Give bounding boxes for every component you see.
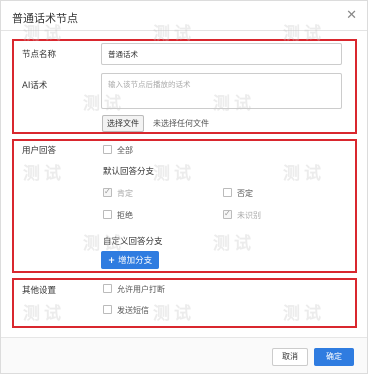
ai-script-textarea[interactable]: 输入该节点后播放的话术	[101, 73, 342, 109]
negate-label: 否定	[237, 189, 253, 198]
add-branch-label: 增加分支	[118, 256, 153, 266]
user-reply-section	[12, 139, 357, 273]
file-status-text: 未选择任何文件	[153, 119, 209, 128]
unrecognized-checkbox[interactable]	[223, 209, 232, 219]
node-name-value: 普通话术	[108, 50, 138, 59]
custom-branch-heading: 自定义回答分支	[103, 237, 163, 247]
allow-interrupt-checkbox[interactable]	[103, 284, 112, 293]
user-reply-label: 用户回答	[22, 146, 57, 156]
other-settings-label: 其他设置	[22, 286, 57, 296]
cancel-button[interactable]: 取消	[272, 348, 308, 366]
other-settings-section	[12, 278, 357, 328]
dialog-titlebar: 普通话术节点 ✕	[1, 1, 367, 31]
node-name-label: 节点名称	[22, 50, 57, 60]
negate-checkbox[interactable]	[223, 188, 232, 197]
allow-interrupt-label: 允许用户打断	[117, 285, 165, 294]
add-branch-button[interactable]: + 增加分支	[101, 251, 160, 269]
dialog-title: 普通话术节点	[12, 12, 78, 25]
confirm-button[interactable]: 确定	[314, 348, 354, 366]
dialog: 普通话术节点 ✕ 节点名称 普通话术 AI话术 输入该节点后播放的话术 选择文件…	[0, 0, 368, 374]
plus-icon: +	[108, 256, 116, 266]
choose-file-button[interactable]: 选择文件	[102, 115, 144, 132]
all-option-checkbox[interactable]	[103, 145, 112, 154]
reject-label: 拒绝	[117, 211, 133, 220]
ai-script-placeholder: 输入该节点后播放的话术	[108, 80, 191, 89]
close-icon[interactable]: ✕	[346, 8, 357, 23]
reject-checkbox[interactable]	[103, 210, 112, 219]
default-branch-heading: 默认回答分支	[103, 167, 155, 177]
ai-script-label: AI话术	[22, 81, 48, 91]
dialog-footer	[1, 337, 367, 373]
affirm-checkbox[interactable]	[103, 187, 112, 197]
node-name-input[interactable]: 普通话术	[101, 43, 342, 65]
unrecognized-label: 未识别	[237, 211, 261, 220]
send-sms-checkbox[interactable]	[103, 305, 112, 314]
all-option-label: 全部	[117, 146, 133, 155]
affirm-label: 肯定	[117, 189, 133, 198]
send-sms-label: 发送短信	[117, 306, 149, 315]
